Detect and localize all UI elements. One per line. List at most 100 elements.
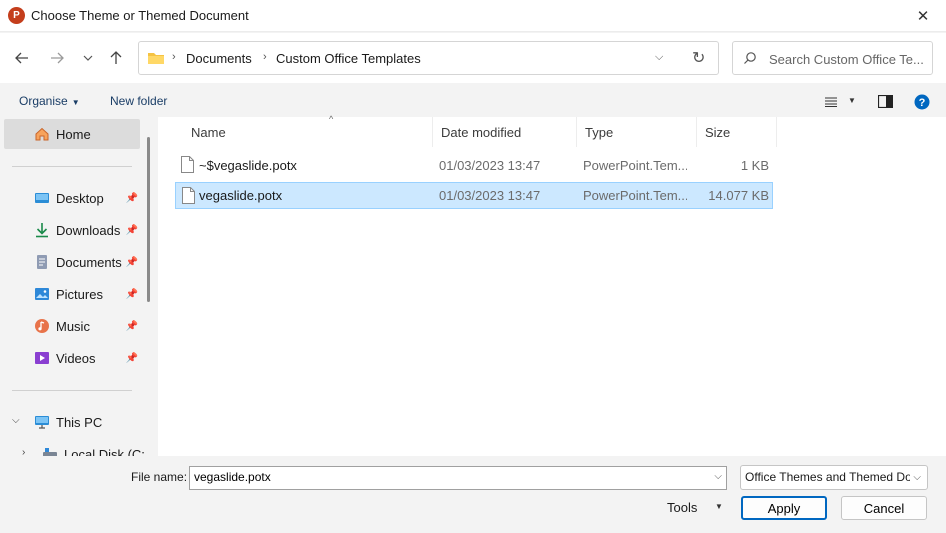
- breadcrumb-separator-icon: ›: [263, 51, 267, 63]
- view-options-caret-icon[interactable]: ▼: [848, 96, 856, 105]
- up-button[interactable]: [104, 47, 128, 69]
- recent-locations-button[interactable]: [76, 47, 100, 69]
- chevron-down-icon[interactable]: ⌵: [714, 471, 722, 482]
- sidebar-item-label: Videos: [56, 350, 96, 366]
- pin-icon[interactable]: 📌: [126, 321, 138, 332]
- chevron-down-icon[interactable]: ⌵: [12, 415, 20, 426]
- sidebar-item-label: Downloads: [56, 222, 121, 238]
- search-input[interactable]: [769, 49, 927, 69]
- documents-icon: [37, 255, 47, 269]
- computer-icon: [35, 416, 49, 429]
- forward-button[interactable]: [45, 47, 69, 69]
- search-icon: [744, 52, 756, 64]
- search-box[interactable]: [732, 41, 933, 75]
- preview-pane-icon[interactable]: [878, 95, 893, 108]
- file-type-select[interactable]: Office Themes and Themed Do ⌵: [740, 465, 928, 490]
- chevron-down-icon: [83, 55, 93, 61]
- navigation-pane: Home Desktop 📌 Downloads 📌 Documents 📌 P…: [0, 117, 158, 456]
- table-row[interactable]: vegaslide.potx 01/03/2023 13:47 PowerPoi…: [175, 182, 773, 209]
- breadcrumb-documents[interactable]: Documents: [186, 51, 252, 66]
- desktop-icon: [35, 193, 49, 203]
- address-bar-row: › Documents › Custom Office Templates ⌵ …: [0, 33, 946, 83]
- svg-text:?: ?: [919, 97, 926, 109]
- drive-icon: [43, 448, 57, 456]
- column-header-size[interactable]: Size: [697, 117, 777, 147]
- sidebar-item-label: Local Disk (C:: [64, 446, 145, 457]
- home-icon: [35, 127, 49, 141]
- file-date: 01/03/2023 13:47: [439, 158, 541, 173]
- cancel-button[interactable]: Cancel: [841, 496, 927, 520]
- videos-icon: [35, 352, 49, 364]
- view-list-icon[interactable]: [824, 97, 838, 107]
- column-header-label: Name: [191, 124, 226, 140]
- breadcrumb-separator-icon: ›: [172, 51, 176, 63]
- arrow-right-icon: [51, 52, 64, 64]
- download-icon: [36, 223, 48, 238]
- new-folder-button[interactable]: New folder: [110, 94, 167, 108]
- sidebar-item-label: Desktop: [56, 190, 104, 206]
- sidebar-scrollbar[interactable]: [147, 137, 150, 302]
- sidebar-item-label: Pictures: [56, 286, 103, 302]
- column-header-label: Size: [705, 124, 731, 140]
- sidebar-item-label: Home: [56, 126, 91, 142]
- file-list: Name ^ Date modified Type Size ~$vegasli…: [158, 114, 946, 456]
- title-bar: P Choose Theme or Themed Document ✕: [0, 0, 946, 32]
- sidebar-item-downloads[interactable]: Downloads 📌: [4, 215, 140, 245]
- caret-down-icon: ▼: [71, 98, 80, 107]
- caret-down-icon[interactable]: ▼: [715, 502, 723, 511]
- column-header-date[interactable]: Date modified: [433, 117, 577, 147]
- dialog-footer: File name: ⌵ Office Themes and Themed Do…: [0, 456, 946, 533]
- tools-button[interactable]: Tools: [667, 500, 697, 515]
- file-type: PowerPoint.Tem...: [583, 188, 687, 203]
- column-header-label: Type: [585, 124, 614, 140]
- organise-label: Organise: [19, 94, 68, 108]
- organise-button[interactable]: Organise ▼: [19, 94, 80, 108]
- sidebar-item-label: Music: [56, 318, 90, 334]
- sidebar-item-home[interactable]: Home: [4, 119, 140, 149]
- sidebar-item-pictures[interactable]: Pictures 📌: [4, 279, 140, 309]
- sidebar-divider: [12, 390, 132, 391]
- table-row[interactable]: ~$vegaslide.potx 01/03/2023 13:47 PowerP…: [175, 152, 773, 179]
- close-button[interactable]: ✕: [900, 0, 946, 32]
- sidebar-item-music[interactable]: Music 📌: [4, 311, 140, 341]
- file-date: 01/03/2023 13:47: [439, 188, 541, 203]
- pin-icon[interactable]: 📌: [126, 353, 138, 364]
- apply-button[interactable]: Apply: [741, 496, 827, 520]
- file-size: 14.077 KB: [708, 188, 769, 203]
- column-header-name[interactable]: Name ^: [183, 114, 433, 147]
- pin-icon[interactable]: 📌: [126, 193, 138, 204]
- file-size: 1 KB: [740, 158, 769, 173]
- file-name: vegaslide.potx: [199, 188, 283, 203]
- file-type-value: Office Themes and Themed Do: [745, 470, 910, 484]
- refresh-icon[interactable]: ↻: [692, 48, 705, 68]
- sidebar-item-documents[interactable]: Documents 📌: [4, 247, 140, 277]
- sidebar-item-label: Documents: [56, 254, 122, 270]
- breadcrumb-custom-office-templates[interactable]: Custom Office Templates: [276, 51, 421, 66]
- pin-icon[interactable]: 📌: [126, 289, 138, 300]
- back-button[interactable]: [10, 47, 34, 69]
- sort-ascending-icon: ^: [329, 114, 334, 124]
- sidebar-item-this-pc[interactable]: ⌵ This PC: [4, 407, 140, 437]
- sidebar-item-videos[interactable]: Videos 📌: [4, 343, 140, 373]
- chevron-down-icon: ⌵: [913, 472, 921, 483]
- chevron-down-icon[interactable]: ⌵: [655, 51, 663, 64]
- sidebar-item-local-disk[interactable]: › Local Disk (C:: [4, 439, 154, 456]
- music-icon: [35, 319, 49, 333]
- column-header-label: Date modified: [441, 124, 522, 140]
- help-icon[interactable]: ?: [914, 94, 930, 110]
- pin-icon[interactable]: 📌: [126, 257, 138, 268]
- pictures-icon: [35, 288, 49, 300]
- sidebar-item-desktop[interactable]: Desktop 📌: [4, 183, 140, 213]
- file-name-input[interactable]: [194, 470, 694, 484]
- file-name-field[interactable]: ⌵: [189, 466, 727, 490]
- file-type: PowerPoint.Tem...: [583, 158, 687, 173]
- command-toolbar: Organise ▼ New folder ▼ ?: [0, 83, 946, 117]
- sidebar-divider: [12, 166, 132, 167]
- column-header-type[interactable]: Type: [577, 117, 697, 147]
- powerpoint-icon: P: [8, 7, 25, 24]
- sidebar-item-label: This PC: [56, 414, 103, 430]
- chevron-right-icon[interactable]: ›: [22, 447, 25, 456]
- arrow-up-icon: [110, 51, 122, 64]
- address-field[interactable]: › Documents › Custom Office Templates ⌵ …: [138, 41, 719, 75]
- pin-icon[interactable]: 📌: [126, 225, 138, 236]
